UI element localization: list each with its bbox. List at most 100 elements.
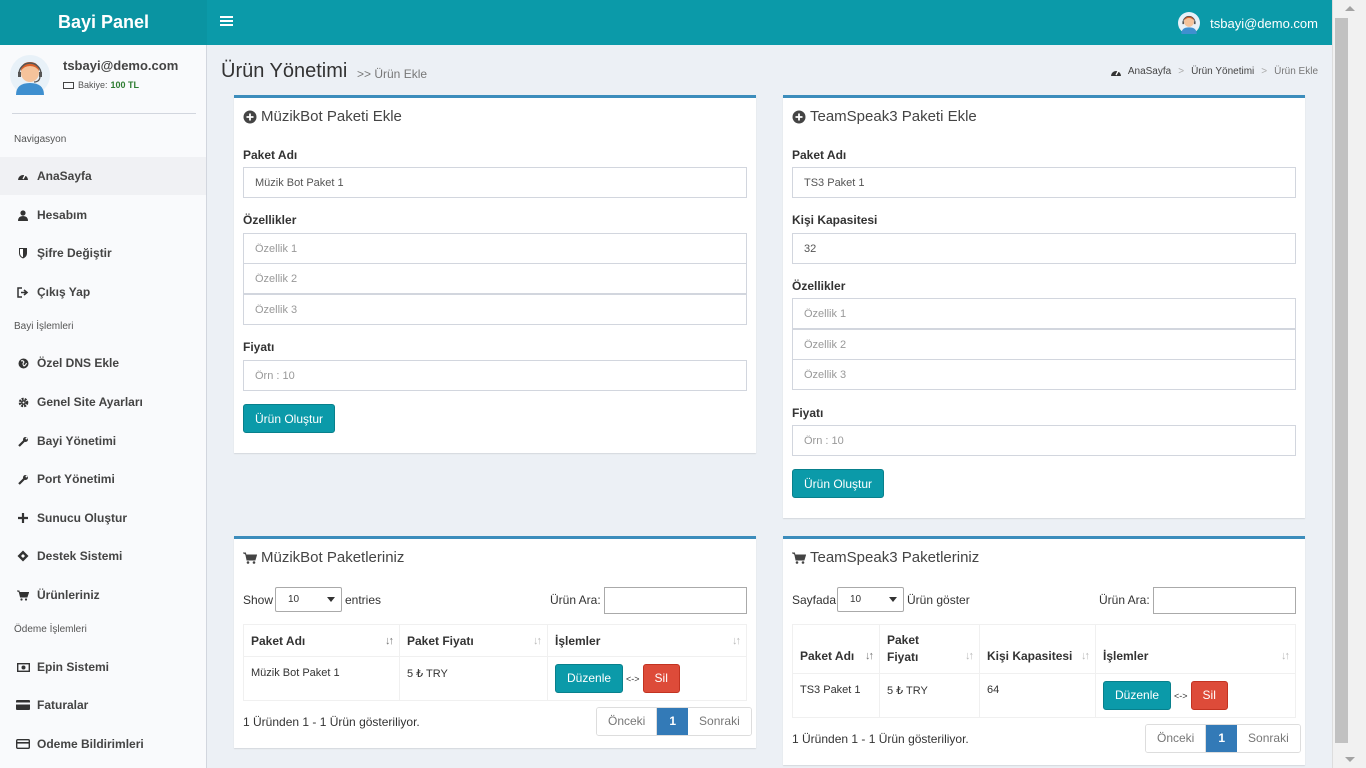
sidebar-item-ozel-dns[interactable]: Özel DNS Ekle [0, 344, 206, 382]
sidebar-item-label: Port Yönetimi [37, 472, 115, 486]
edit-button[interactable]: Düzenle [555, 664, 624, 693]
delete-button[interactable]: Sil [642, 664, 680, 693]
musicbot-feature-1-input[interactable] [243, 233, 747, 264]
sidebar-item-odeme-bildirimleri[interactable]: Odeme Bildirimleri [0, 725, 206, 763]
avatar [1178, 12, 1201, 34]
sidebar-item-sunucu-olustur[interactable]: Sunucu Oluştur [0, 499, 206, 537]
ts3-feature-1-input[interactable] [792, 298, 1296, 329]
cell-actions: Düzenle <-> Sil [1095, 673, 1296, 718]
credit-card-icon [16, 737, 30, 751]
column-header-paket-adi[interactable]: Paket Adı ↓↑ [792, 624, 880, 674]
sidebar-item-genel-site-ayarlari[interactable]: Genel Site Ayarları [0, 383, 206, 421]
ts3-table-title-text: TeamSpeak3 Paketleriniz [810, 549, 980, 566]
page-scrollbar[interactable] [1332, 0, 1366, 768]
column-header-islemler[interactable]: İşlemler ↓↑ [1095, 624, 1296, 674]
ts3-create-button[interactable]: Ürün Oluştur [792, 469, 885, 498]
musicbot-price-input[interactable] [243, 360, 747, 391]
sidebar-item-faturalar[interactable]: Faturalar [0, 686, 206, 724]
pagination-prev[interactable]: Önceki [1146, 725, 1207, 752]
ts3-table-title: TeamSpeak3 Paketleriniz [792, 549, 979, 566]
breadcrumb-urun-yonetimi[interactable]: Ürün Yönetimi [1191, 66, 1254, 77]
column-header-kisi-kapasitesi[interactable]: Kişi Kapasitesi ↓↑ [979, 624, 1096, 674]
edit-button[interactable]: Düzenle [1103, 681, 1172, 710]
musicbot-create-button[interactable]: Ürün Oluştur [243, 404, 336, 433]
delete-button[interactable]: Sil [1190, 681, 1228, 710]
user-icon [16, 208, 30, 222]
column-header-islemler[interactable]: İşlemler ↓↑ [547, 624, 747, 657]
balance-label: Bakiye: [78, 80, 108, 90]
sidebar-item-bayi-yonetimi[interactable]: Bayi Yönetimi [0, 422, 206, 460]
ts3-search-input[interactable] [1153, 587, 1296, 614]
credit-card-icon [16, 698, 30, 712]
top-user-email: tsbayi@demo.com [1210, 15, 1318, 31]
ts3-table-box: TeamSpeak3 Paketleriniz Sayfada 10 Ürün … [783, 536, 1305, 765]
musicbot-entries-value: 10 [288, 594, 300, 605]
musicbot-feature-2-input[interactable] [243, 263, 747, 294]
musicbot-name-input[interactable] [243, 167, 747, 198]
pagination-prev[interactable]: Önceki [597, 708, 658, 735]
pagination-next[interactable]: Sonraki [688, 708, 751, 735]
ts3-name-label: Paket Adı [792, 148, 847, 162]
sidebar-item-epin-sistemi[interactable]: Epin Sistemi [0, 648, 206, 686]
sidebar-item-hesabim[interactable]: Hesabım [0, 196, 206, 234]
hamburger-menu-icon[interactable] [220, 14, 233, 31]
plus-circle-icon [243, 110, 257, 123]
pagination-page-1[interactable]: 1 [657, 708, 689, 735]
breadcrumb: AnaSayfa > Ürün Yönetimi > Ürün Ekle [1110, 66, 1318, 77]
ts3-feature-2-input[interactable] [792, 329, 1296, 360]
sidebar-item-label: Genel Site Ayarları [37, 395, 143, 409]
ts3-feature-3-input[interactable] [792, 359, 1296, 390]
sidebar-item-urunleriniz[interactable]: Ürünleriniz [0, 576, 206, 614]
sort-asc-icon: ↓↑ [865, 650, 874, 662]
ticket-icon [16, 549, 30, 563]
sidebar-item-sifre-degistir[interactable]: Şifre Değiştir [0, 234, 206, 272]
musicbot-feature-3-input[interactable] [243, 294, 747, 325]
ts3-capacity-input[interactable] [792, 233, 1296, 264]
column-header-paket-fiyati[interactable]: Paket Fiyatı ↓↑ [879, 624, 980, 674]
top-user-menu[interactable]: tsbayi@demo.com [1178, 11, 1318, 35]
musicbot-features-label: Özellikler [243, 213, 297, 227]
cart-icon [16, 588, 30, 602]
nav-section-navigasyon: Navigasyon [14, 134, 67, 145]
musicbot-entries-select[interactable]: 10 [275, 587, 342, 612]
scroll-up-arrow-icon[interactable] [1345, 6, 1355, 11]
ts3-form-box: TeamSpeak3 Paketi Ekle Paket Adı Kişi Ka… [783, 95, 1305, 518]
pagination-next[interactable]: Sonraki [1237, 725, 1300, 752]
musicbot-show-label: Show [243, 593, 274, 607]
column-header-paket-fiyati[interactable]: Paket Fiyatı ↓↑ [399, 624, 548, 657]
sidebar-item-label: Sunucu Oluştur [37, 511, 127, 525]
dashboard-icon [1110, 69, 1121, 76]
sidebar-item-port-yonetimi[interactable]: Port Yönetimi [0, 460, 206, 498]
breadcrumb-urun-ekle: Ürün Ekle [1274, 66, 1318, 77]
wrench-icon [16, 434, 30, 448]
user-panel: tsbayi@demo.com Bakiye: 100 TL [0, 45, 206, 113]
sidebar-divider [12, 113, 196, 114]
wrench-icon [16, 472, 30, 486]
sidebar-item-anasayfa[interactable]: AnaSayfa [0, 157, 206, 195]
sort-icon: ↓↑ [965, 650, 974, 662]
pagination-page-1[interactable]: 1 [1206, 725, 1238, 752]
dashboard-icon [16, 169, 30, 183]
ts3-price-label: Fiyatı [792, 406, 824, 420]
sidebar-item-cikis-yap[interactable]: Çıkış Yap [0, 273, 206, 311]
sidebar-item-destek-sistemi[interactable]: Destek Sistemi [0, 537, 206, 575]
sidebar-item-label: Odeme Bildirimleri [37, 737, 144, 751]
ts3-name-input[interactable] [792, 167, 1296, 198]
musicbot-price-label: Fiyatı [243, 340, 275, 354]
ts3-form-title-text: TeamSpeak3 Paketi Ekle [810, 108, 977, 125]
column-header-paket-adi[interactable]: Paket Adı ↓↑ [243, 624, 400, 657]
ts3-table: Paket Adı ↓↑ Paket Fiyatı ↓↑ Kişi Kapasite… [792, 624, 1296, 718]
sign-out-icon [16, 285, 30, 299]
sidebar-item-label: Ürünleriniz [37, 588, 100, 602]
sort-asc-icon: ↓↑ [385, 634, 394, 647]
logo[interactable]: Bayi Panel [0, 0, 207, 45]
scroll-down-arrow-icon[interactable] [1345, 757, 1355, 762]
ts3-entries-select[interactable]: 10 [837, 587, 904, 612]
ts3-price-input[interactable] [792, 425, 1296, 456]
breadcrumb-anasayfa[interactable]: AnaSayfa [1128, 66, 1171, 77]
scrollbar-thumb[interactable] [1335, 18, 1348, 743]
swap-arrow-text: <-> [1174, 690, 1188, 701]
cell-price: 5 ₺ TRY [399, 656, 548, 701]
money-icon [16, 660, 30, 674]
musicbot-search-input[interactable] [604, 587, 747, 614]
